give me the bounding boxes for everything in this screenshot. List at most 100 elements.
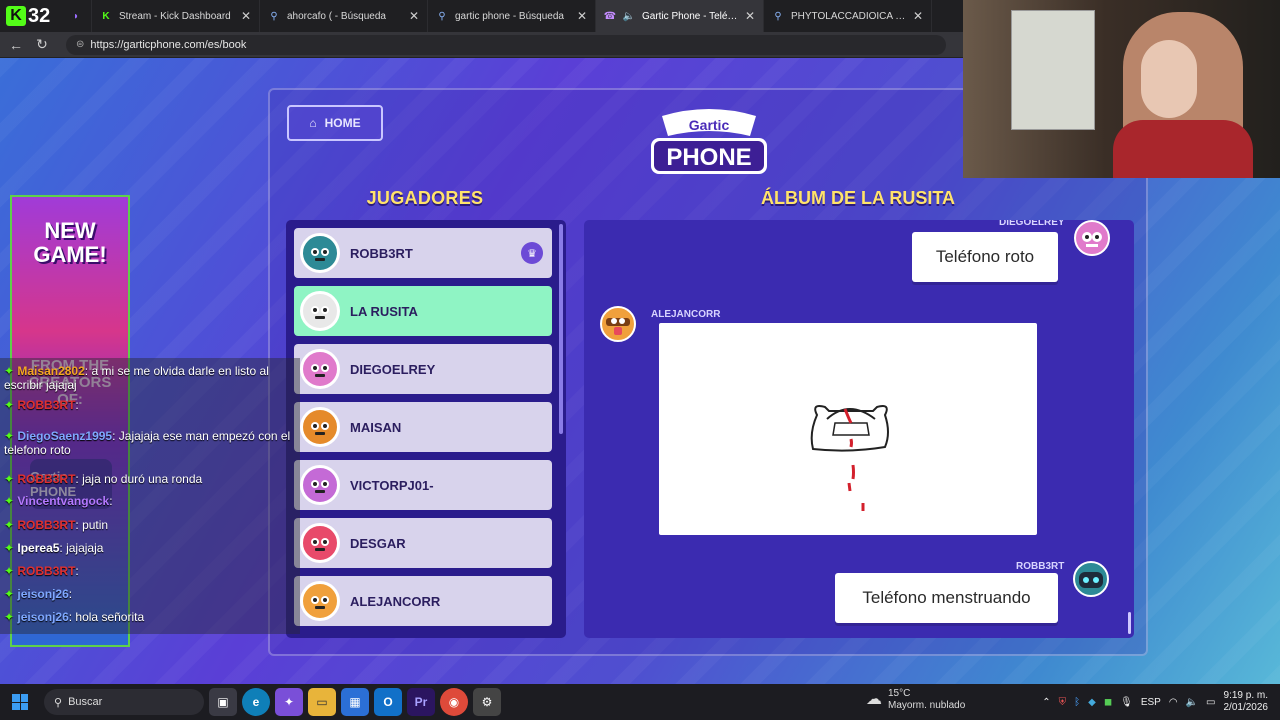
close-icon[interactable]: ✕ bbox=[913, 9, 923, 23]
chat-username[interactable]: jeisonj26 bbox=[17, 610, 68, 624]
album-text-bubble: Teléfono menstruando bbox=[835, 573, 1058, 623]
network-app-icon[interactable]: ◼ bbox=[1104, 697, 1112, 708]
copilot-icon[interactable]: ✦ bbox=[275, 688, 303, 716]
chat-text: : bbox=[75, 564, 79, 578]
album-entry-username: ROBB3RT bbox=[1016, 561, 1065, 572]
close-icon[interactable]: ✕ bbox=[241, 9, 251, 23]
tab-title: PHYTOLACCADIOICA - Búsque bbox=[791, 10, 906, 22]
volume-icon[interactable]: 🔈 bbox=[1186, 697, 1198, 708]
avatar bbox=[300, 465, 340, 505]
gartic-icon: ☎ bbox=[603, 10, 617, 22]
clock[interactable]: 9:19 p. m. 2/01/2026 bbox=[1224, 690, 1269, 714]
chat-username[interactable]: Iperea5 bbox=[17, 541, 59, 555]
chat-username[interactable]: ROBB3RT bbox=[17, 472, 75, 486]
start-button[interactable] bbox=[0, 684, 40, 720]
chat-username[interactable]: jeisonj26 bbox=[17, 587, 68, 601]
streamer-face bbox=[1141, 40, 1197, 118]
player-name: LA RUSITA bbox=[350, 303, 418, 319]
chat-username[interactable]: ROBB3RT bbox=[17, 398, 75, 412]
screen: K 32 ◗ K Stream - Kick Dashboard ✕ ⚲ aho… bbox=[0, 0, 1280, 720]
chat-username[interactable]: Maisan2802 bbox=[17, 364, 84, 378]
crown-icon: ♛ bbox=[521, 242, 543, 264]
home-icon: ⌂ bbox=[309, 116, 317, 130]
chat-text: : bbox=[109, 494, 113, 508]
chat-username[interactable]: Vincentvangock bbox=[17, 494, 109, 508]
system-tray: ⌃ ⛨ ᛒ ◆ ◼ 🎙 ESP ◠ 🔈 ▭ 9:19 p. m. 2/01/20… bbox=[1042, 684, 1280, 720]
home-button[interactable]: ⌂ HOME bbox=[287, 105, 383, 141]
badge-icon: ✦ bbox=[4, 398, 18, 412]
chevron-up-icon[interactable]: ⌃ bbox=[1042, 697, 1050, 708]
back-icon[interactable]: ← bbox=[8, 37, 24, 53]
chrome-icon[interactable]: ◉ bbox=[440, 688, 468, 716]
webcam-overlay bbox=[963, 0, 1280, 178]
tab-search-phytolacca[interactable]: ⚲ PHYTOLACCADIOICA - Búsque ✕ bbox=[764, 0, 932, 32]
outlook-icon[interactable]: O bbox=[374, 688, 402, 716]
premiere-icon[interactable]: Pr bbox=[407, 688, 435, 716]
url-field[interactable]: ⊜ https://garticphone.com/es/book bbox=[66, 34, 946, 55]
tab-pinned[interactable]: ◗ bbox=[62, 0, 92, 32]
chat-message: ✦ ROBB3RT: bbox=[4, 398, 300, 412]
close-icon[interactable]: ✕ bbox=[577, 9, 587, 23]
album-entry-username: ALEJANCORR bbox=[651, 309, 721, 320]
kick-icon: K bbox=[102, 10, 110, 22]
kick-badge[interactable]: K 32 bbox=[0, 0, 62, 32]
player-name: ROBB3RT bbox=[350, 245, 413, 261]
player-row: DIEGOELREY bbox=[294, 344, 552, 394]
tab-gartic-phone[interactable]: ☎ 🔈 Gartic Phone - Teléfono De ✕ bbox=[596, 0, 764, 32]
player-row: ALEJANCORR bbox=[294, 576, 552, 626]
reload-icon[interactable]: ↻ bbox=[34, 36, 50, 53]
chat-text: : jajajaja bbox=[59, 541, 104, 555]
album-scrollbar[interactable] bbox=[1128, 612, 1131, 634]
chat-message: ✦ ROBB3RT: putin bbox=[4, 518, 300, 532]
shield-icon[interactable]: ⛨ bbox=[1059, 697, 1067, 708]
wifi-icon[interactable]: ◠ bbox=[1169, 697, 1178, 708]
badge-icon: ✦ bbox=[4, 564, 18, 578]
wall-drawing bbox=[1011, 10, 1095, 130]
logo-text-bottom: PHONE bbox=[666, 144, 751, 171]
bluetooth-icon[interactable]: ᛒ bbox=[1074, 697, 1080, 708]
windows-icon bbox=[12, 694, 28, 710]
task-view-icon[interactable]: ▣ bbox=[209, 688, 237, 716]
avatar bbox=[300, 523, 340, 563]
search-icon: ⚲ bbox=[270, 10, 278, 22]
site-info-icon[interactable]: ⊜ bbox=[76, 39, 84, 50]
chat-message: ✦ Vincentvangock: bbox=[4, 494, 300, 508]
tab-kick-dashboard[interactable]: K Stream - Kick Dashboard ✕ bbox=[92, 0, 260, 32]
chat-text: : jaja no duró una ronda bbox=[75, 472, 203, 486]
weather-widget[interactable]: ☁ 15°C Mayorm. nublado bbox=[866, 688, 965, 712]
file-explorer-icon[interactable]: ▭ bbox=[308, 688, 336, 716]
chat-message: ✦ Iperea5: jajajaja bbox=[4, 541, 300, 555]
url-text: https://garticphone.com/es/book bbox=[90, 38, 247, 51]
album-heading: ÁLBUM DE LA RUSITA bbox=[761, 188, 955, 208]
tab-search-gartic[interactable]: ⚲ gartic phone - Búsqueda ✕ bbox=[428, 0, 596, 32]
battery-icon[interactable]: ▭ bbox=[1206, 697, 1215, 708]
mic-icon[interactable]: 🎙 bbox=[1120, 697, 1133, 708]
chat-text: : bbox=[75, 398, 79, 412]
close-icon[interactable]: ✕ bbox=[745, 9, 755, 23]
close-icon[interactable]: ✕ bbox=[409, 9, 419, 23]
badge-icon: ✦ bbox=[4, 541, 18, 555]
badge-icon: ✦ bbox=[4, 364, 18, 378]
badge-icon: ✦ bbox=[4, 518, 18, 532]
chat-message: ✦ DiegoSaenz1995: Jajajaja ese man empez… bbox=[4, 429, 300, 457]
chat-username[interactable]: ROBB3RT bbox=[17, 564, 75, 578]
player-row: LA RUSITA bbox=[294, 286, 552, 336]
players-scrollbar[interactable] bbox=[559, 224, 563, 434]
taskbar-search[interactable]: ⚲ Buscar bbox=[44, 689, 204, 715]
edge-icon[interactable]: e bbox=[242, 688, 270, 716]
promo-headline: NEW GAME! bbox=[33, 218, 107, 267]
clock-time: 9:19 p. m. bbox=[1223, 690, 1268, 701]
tab-title: ahorcafo ( - Búsqueda bbox=[287, 10, 386, 22]
app-icon[interactable]: ⚙ bbox=[473, 688, 501, 716]
chat-username[interactable]: ROBB3RT bbox=[17, 518, 75, 532]
player-row: VICTORPJ01- bbox=[294, 460, 552, 510]
tab-title: gartic phone - Búsqueda bbox=[455, 10, 564, 22]
tab-search-ahorcado[interactable]: ⚲ ahorcafo ( - Búsqueda ✕ bbox=[260, 0, 428, 32]
avatar bbox=[300, 349, 340, 389]
player-row: DESGAR bbox=[294, 518, 552, 568]
chat-username[interactable]: DiegoSaenz1995 bbox=[17, 429, 112, 443]
language-indicator[interactable]: ESP bbox=[1141, 697, 1161, 708]
speaker-icon[interactable]: 🔈 bbox=[623, 10, 635, 22]
security-icon[interactable]: ◆ bbox=[1088, 697, 1096, 708]
store-icon[interactable]: ▦ bbox=[341, 688, 369, 716]
